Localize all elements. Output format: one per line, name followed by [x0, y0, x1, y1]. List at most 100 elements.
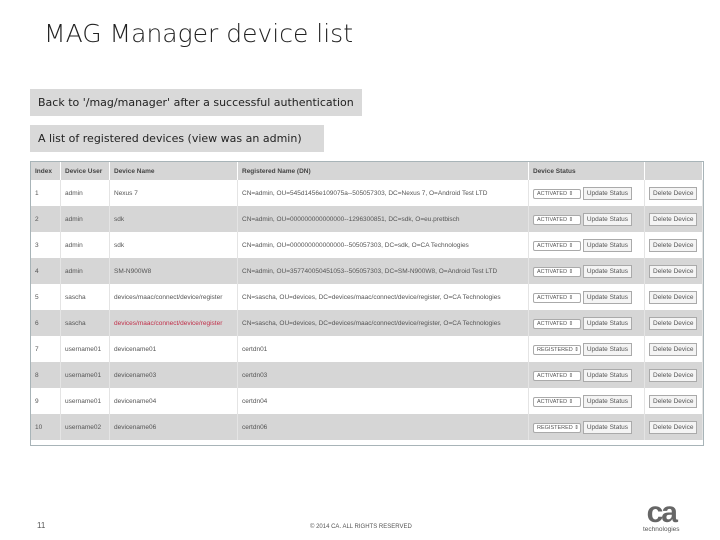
cell-actions: Delete Device — [644, 388, 703, 414]
header-device-status: Device Status — [528, 162, 645, 180]
cell-status: ACTIVATED ⇕ Update Status — [528, 258, 645, 284]
device-table-screenshot: Index Device User Device Name Registered… — [30, 161, 704, 446]
update-status-button[interactable]: Update Status — [582, 290, 633, 304]
cell-actions: Delete Device — [644, 284, 703, 310]
header-index: Index — [31, 162, 61, 180]
delete-device-button[interactable]: Delete Device — [649, 264, 698, 278]
table-row: 8 username01 devicename03 certdn03 ACTIVATED… — [31, 362, 703, 388]
delete-device-button[interactable]: Delete Device — [649, 394, 698, 408]
chevron-updown-icon: ⇕ — [574, 424, 579, 431]
cell-status: ACTIVATED ⇕ Update Status — [528, 388, 645, 414]
chevron-updown-icon: ⇕ — [568, 268, 574, 275]
delete-device-button[interactable]: Delete Device — [649, 420, 698, 434]
status-value: ACTIVATED — [537, 294, 568, 301]
status-select[interactable]: REGISTERED ⇕ — [533, 344, 581, 355]
status-select[interactable]: ACTIVATED ⇕ — [533, 318, 581, 329]
cell-index: 3 — [31, 232, 61, 258]
cell-index: 7 — [31, 336, 61, 362]
table-row: 4 admin SM-N900W8 CN=admin, OU=357740050451… — [31, 258, 703, 284]
chevron-updown-icon: ⇕ — [568, 242, 574, 249]
table-row: 6 sascha devices/maac/connect/device/regis… — [31, 310, 703, 336]
table-row: 10 username02 devicename06 certdn06 REGISTER… — [31, 414, 703, 440]
cell-status: REGISTERED ⇕ Update Status — [528, 336, 645, 362]
cell-dn: certdn01 — [237, 336, 529, 362]
cell-device-name: devices/maac/connect/device/register — [109, 284, 238, 310]
cell-dn: certdn03 — [237, 362, 529, 388]
update-status-button[interactable]: Update Status — [582, 238, 633, 252]
cell-actions: Delete Device — [644, 336, 703, 362]
delete-device-button[interactable]: Delete Device — [649, 342, 698, 356]
status-value: ACTIVATED — [537, 190, 568, 197]
cell-dn: CN=admin, OU=545d1456e109075a--505057303… — [237, 180, 529, 206]
status-select[interactable]: ACTIVATED ⇕ — [533, 188, 581, 199]
copyright: © 2014 CA. ALL RIGHTS RESERVED — [310, 524, 412, 530]
table-row: 7 username01 devicename01 certdn01 REGISTERE… — [31, 336, 703, 362]
delete-device-button[interactable]: Delete Device — [649, 316, 698, 330]
page-number: 11 — [37, 521, 46, 530]
cell-user: username01 — [60, 388, 110, 414]
status-select[interactable]: ACTIVATED ⇕ — [533, 370, 581, 381]
cell-actions: Delete Device — [644, 206, 703, 232]
update-status-button[interactable]: Update Status — [582, 368, 633, 382]
cell-device-name: devicename01 — [109, 336, 238, 362]
update-status-button[interactable]: Update Status — [582, 186, 633, 200]
cell-user: username01 — [60, 362, 110, 388]
cell-index: 2 — [31, 206, 61, 232]
status-select[interactable]: ACTIVATED ⇕ — [533, 292, 581, 303]
cell-user: sascha — [60, 310, 110, 336]
status-value: ACTIVATED — [537, 268, 568, 275]
cell-dn: CN=sascha, OU=devices, DC=devices/maac/c… — [237, 310, 529, 336]
cell-index: 9 — [31, 388, 61, 414]
cell-actions: Delete Device — [644, 232, 703, 258]
cell-dn: CN=admin, OU=000000000000000--1296300851… — [237, 206, 529, 232]
cell-status: REGISTERED ⇕ Update Status — [528, 414, 645, 440]
status-select[interactable]: ACTIVATED ⇕ — [533, 240, 581, 251]
delete-device-button[interactable]: Delete Device — [649, 212, 698, 226]
cell-status: ACTIVATED ⇕ Update Status — [528, 310, 645, 336]
cell-index: 4 — [31, 258, 61, 284]
status-value: ACTIVATED — [537, 216, 568, 223]
cell-status: ACTIVATED ⇕ Update Status — [528, 284, 645, 310]
update-status-button[interactable]: Update Status — [582, 394, 633, 408]
cell-device-name: sdk — [109, 206, 238, 232]
cell-device-name: Nexus 7 — [109, 180, 238, 206]
cell-actions: Delete Device — [644, 414, 703, 440]
logo-text: technologies — [643, 526, 680, 533]
status-select[interactable]: ACTIVATED ⇕ — [533, 396, 581, 407]
status-select[interactable]: ACTIVATED ⇕ — [533, 214, 581, 225]
update-status-button[interactable]: Update Status — [582, 420, 633, 434]
chevron-updown-icon: ⇕ — [574, 346, 579, 353]
delete-device-button[interactable]: Delete Device — [649, 290, 698, 304]
table-row: 3 admin sdk CN=admin, OU=000000000000000--5… — [31, 232, 703, 258]
cell-user: username02 — [60, 414, 110, 440]
update-status-button[interactable]: Update Status — [582, 316, 633, 330]
cell-status: ACTIVATED ⇕ Update Status — [528, 232, 645, 258]
table-row: 5 sascha devices/maac/connect/device/regis… — [31, 284, 703, 310]
cell-user: admin — [60, 180, 110, 206]
cell-device-name: devicename06 — [109, 414, 238, 440]
chevron-updown-icon: ⇕ — [568, 216, 574, 223]
status-value: REGISTERED — [537, 424, 573, 431]
logo-mark: ca — [646, 496, 678, 529]
status-value: ACTIVATED — [537, 372, 568, 379]
update-status-button[interactable]: Update Status — [582, 264, 633, 278]
status-select[interactable]: ACTIVATED ⇕ — [533, 266, 581, 277]
chevron-updown-icon: ⇕ — [568, 320, 574, 327]
delete-device-button[interactable]: Delete Device — [649, 238, 698, 252]
chevron-updown-icon: ⇕ — [568, 294, 574, 301]
cell-user: admin — [60, 232, 110, 258]
cell-device-name: sdk — [109, 232, 238, 258]
cell-user: admin — [60, 258, 110, 284]
status-select[interactable]: REGISTERED ⇕ — [533, 422, 581, 433]
slide-title: MAG Manager device list — [44, 19, 353, 48]
update-status-button[interactable]: Update Status — [582, 212, 633, 226]
delete-device-button[interactable]: Delete Device — [649, 186, 698, 200]
cell-device-name: devices/maac/connect/device/register — [109, 310, 238, 336]
cell-status: ACTIVATED ⇕ Update Status — [528, 206, 645, 232]
chevron-updown-icon: ⇕ — [568, 190, 574, 197]
delete-device-button[interactable]: Delete Device — [649, 368, 698, 382]
update-status-button[interactable]: Update Status — [582, 342, 633, 356]
cell-actions: Delete Device — [644, 258, 703, 284]
cell-device-name: devicename04 — [109, 388, 238, 414]
cell-dn: certdn04 — [237, 388, 529, 414]
